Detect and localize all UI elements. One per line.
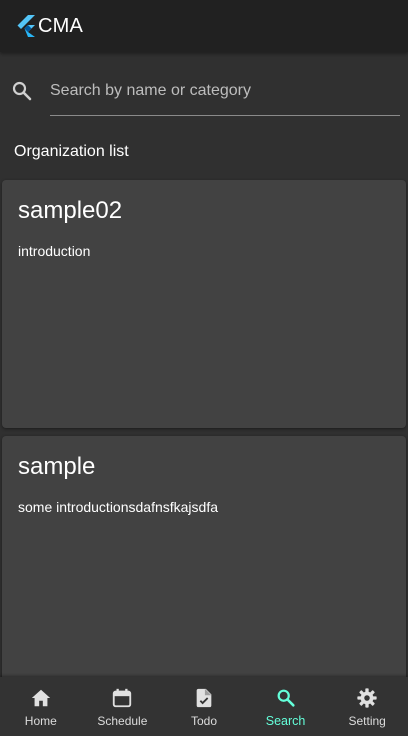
nav-item-search[interactable]: Search [245, 677, 327, 736]
nav-item-todo[interactable]: Todo [163, 677, 245, 736]
nav-item-setting[interactable]: Setting [326, 677, 408, 736]
app-bar: CMA [0, 0, 408, 52]
organization-name: sample [18, 453, 96, 480]
nav-label: Schedule [97, 714, 148, 728]
search-icon [277, 689, 295, 707]
section-title: Organization list [14, 143, 129, 160]
search-field-container [50, 74, 400, 116]
organization-card[interactable]: sample02 introduction [2, 180, 406, 428]
nav-label: Home [24, 714, 57, 728]
organization-card[interactable]: sample some introductionsdafnsfkajsdfa [2, 436, 406, 686]
bottom-navigation: Home Schedule Todo Search Setting [0, 677, 408, 736]
search-input[interactable] [50, 74, 400, 115]
search-icon [12, 81, 32, 101]
nav-label: Setting [348, 714, 386, 728]
app-root: CMA Organization list sample02 introduct… [0, 0, 408, 736]
organization-description: introduction [18, 243, 91, 259]
calendar-icon [113, 688, 132, 708]
organization-description: some introductionsdafnsfkajsdfa [18, 499, 218, 515]
search-bar [0, 52, 408, 124]
nav-label: Todo [190, 714, 217, 728]
nav-label: Search [265, 714, 306, 728]
nav-item-schedule[interactable]: Schedule [82, 677, 164, 736]
flutter-logo-icon [17, 15, 35, 37]
organization-name: sample02 [18, 197, 123, 224]
nav-item-home[interactable]: Home [0, 677, 82, 736]
app-title: CMA [38, 14, 84, 37]
todo-icon [196, 688, 212, 708]
gear-icon [357, 688, 377, 708]
home-icon [31, 689, 50, 707]
